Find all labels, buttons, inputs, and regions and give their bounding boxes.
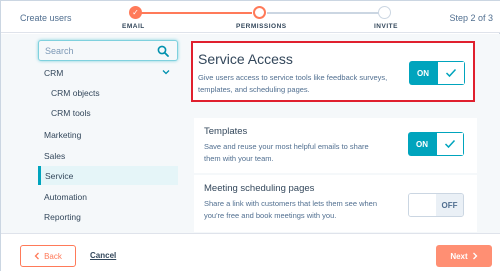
toggle-on-label: ON <box>409 61 437 85</box>
toggle-knob <box>436 132 464 156</box>
meetings-title: Meeting scheduling pages <box>204 183 315 194</box>
sidebar-item-crm[interactable]: CRM <box>38 68 178 82</box>
search-icon <box>157 45 169 57</box>
toggle-knob <box>437 61 465 85</box>
step-email-indicator: ✓ <box>129 6 142 19</box>
step-counter: Step 2 of 3 <box>449 13 493 23</box>
toggle-on-label: ON <box>408 132 436 156</box>
stepper-track-upcoming <box>267 12 382 14</box>
sidebar-item-label: Marketing <box>44 130 82 140</box>
meetings-description: Share a link with customers that lets th… <box>204 199 377 220</box>
service-access-card: Service Access Give users access to serv… <box>191 41 475 102</box>
check-icon <box>444 139 456 149</box>
sidebar-item-crm-objects[interactable]: CRM objects <box>51 88 178 102</box>
meetings-row: Meeting scheduling pages Share a link wi… <box>194 175 477 232</box>
toggle-off-label: OFF <box>436 194 463 216</box>
back-label: Back <box>44 251 62 261</box>
sidebar-item-label: Service <box>45 171 74 181</box>
cancel-link[interactable]: Cancel <box>90 251 116 260</box>
search-input[interactable]: Search <box>38 40 178 61</box>
sidebar-item-label: Sales <box>44 151 66 161</box>
service-access-title: Service Access <box>198 51 293 67</box>
sidebar-item-label: Reporting <box>44 212 81 222</box>
next-button[interactable]: Next <box>436 245 492 267</box>
sidebar-item-automation[interactable]: Automation <box>38 192 178 206</box>
templates-row: Templates Save and reuse your most helpf… <box>194 118 477 173</box>
step-email-label: EMAIL <box>122 23 145 30</box>
next-label: Next <box>450 251 468 261</box>
sidebar-item-label: Automation <box>44 192 87 202</box>
sidebar-item-sales[interactable]: Sales <box>38 151 178 165</box>
step-permissions-label: PERMISSIONS <box>236 23 287 30</box>
page-title: Create users <box>20 13 72 23</box>
service-access-description: Give users access to service tools like … <box>198 73 388 94</box>
sidebar-item-label: CRM objects <box>51 88 100 98</box>
stepper-header: Create users ✓ EMAIL PERMISSIONS INVITE … <box>1 1 500 33</box>
sidebar-item-reporting[interactable]: Reporting <box>38 212 178 226</box>
step-invite-label: INVITE <box>374 23 398 30</box>
meetings-toggle[interactable]: OFF <box>408 193 464 217</box>
check-icon <box>445 68 457 78</box>
templates-toggle[interactable]: ON <box>408 132 464 156</box>
sidebar-item-crm-tools[interactable]: CRM tools <box>51 108 178 122</box>
toggle-knob <box>409 194 436 216</box>
wizard-footer: Back Cancel Next <box>1 233 500 271</box>
templates-title: Templates <box>204 126 248 137</box>
service-access-toggle[interactable]: ON <box>409 61 465 85</box>
back-button[interactable]: Back <box>20 245 76 267</box>
create-users-dialog: Create users ✓ EMAIL PERMISSIONS INVITE … <box>0 0 500 271</box>
sidebar-item-label: CRM <box>44 68 64 78</box>
chevron-right-icon <box>472 252 478 260</box>
stepper-track-complete <box>136 12 252 14</box>
step-invite-indicator <box>378 6 391 19</box>
sidebar-item-marketing[interactable]: Marketing <box>38 130 178 144</box>
sidebar-item-label: CRM tools <box>51 108 91 118</box>
search-placeholder: Search <box>45 46 74 56</box>
chevron-left-icon <box>34 252 40 260</box>
templates-description: Save and reuse your most helpful emails … <box>204 142 369 163</box>
sidebar-item-service[interactable]: Service <box>38 166 178 185</box>
chevron-down-icon <box>162 70 170 75</box>
check-icon: ✓ <box>132 8 139 17</box>
permissions-sidebar: Search CRM CRM objects CRM tools Marketi… <box>38 40 178 232</box>
step-permissions-indicator <box>253 6 266 19</box>
